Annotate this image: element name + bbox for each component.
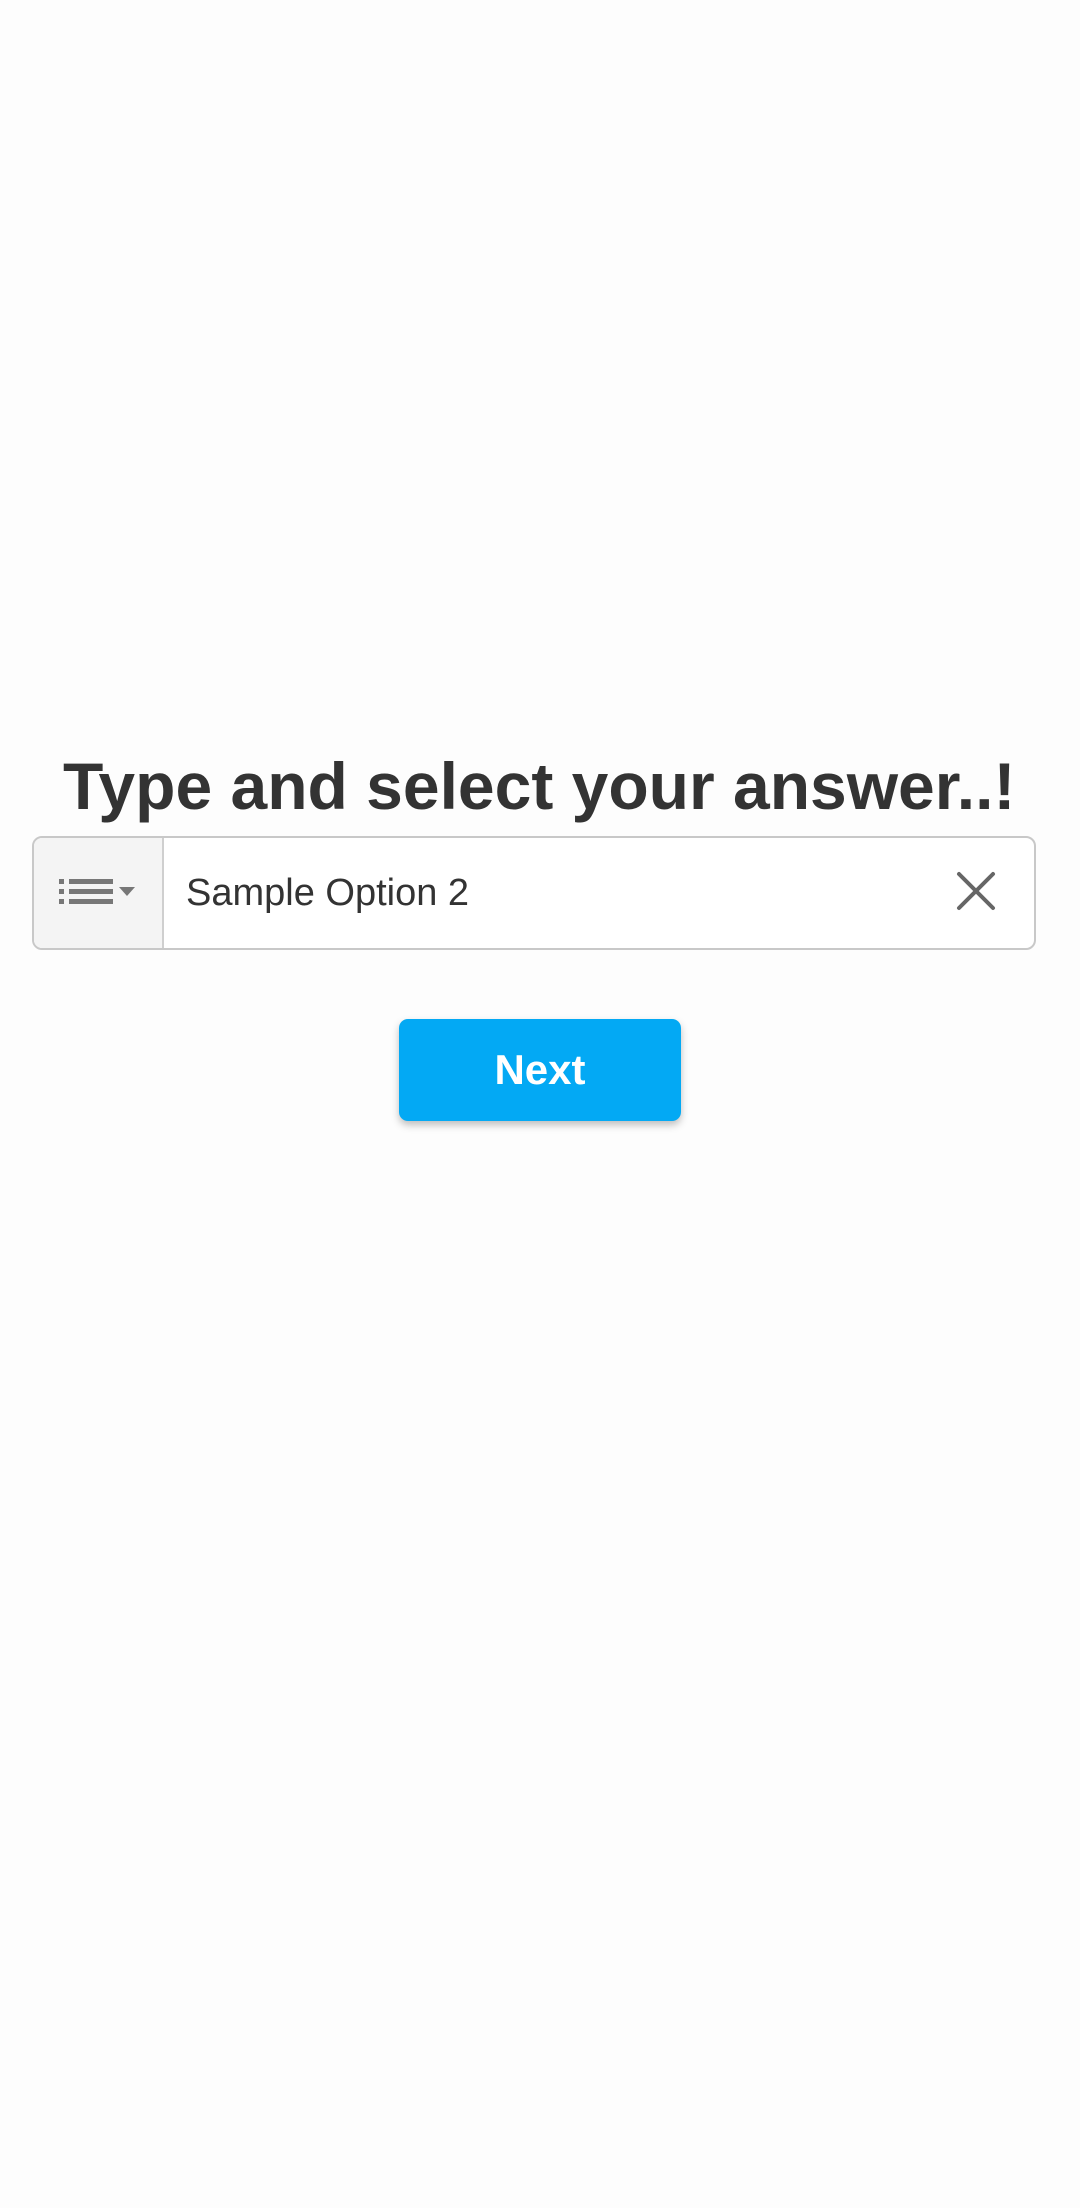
question-screen: Type and select your answer..! Sample Op… — [0, 0, 1080, 2208]
question-title: Type and select your answer..! — [63, 749, 1016, 823]
answer-input[interactable] — [164, 838, 918, 948]
next-button[interactable]: Next — [399, 1019, 681, 1121]
answer-select[interactable] — [32, 836, 1036, 950]
list-dropdown-icon — [57, 871, 139, 916]
clear-button[interactable] — [918, 838, 1034, 948]
list-toggle-button[interactable] — [34, 838, 164, 948]
close-icon — [956, 871, 996, 916]
